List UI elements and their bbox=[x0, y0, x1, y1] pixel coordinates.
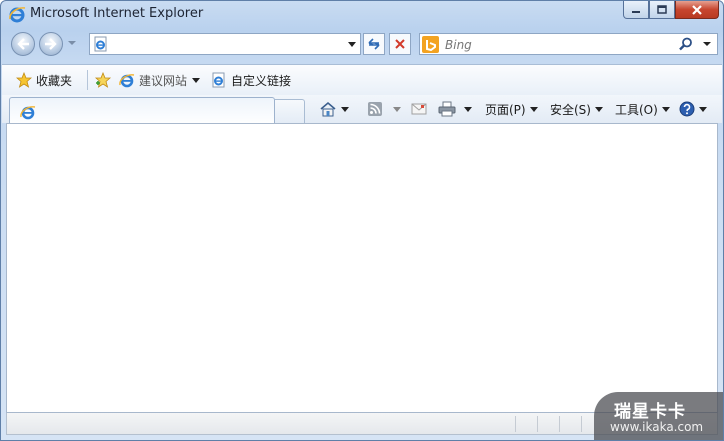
safety-menu[interactable]: 安全(S) bbox=[550, 99, 603, 119]
home-icon bbox=[320, 101, 336, 117]
back-button[interactable] bbox=[11, 32, 35, 56]
forward-button[interactable] bbox=[39, 32, 63, 56]
ie-logo-icon bbox=[119, 74, 135, 88]
add-to-favorites-bar-button[interactable] bbox=[94, 71, 116, 89]
star-icon bbox=[16, 72, 32, 88]
search-input[interactable] bbox=[445, 37, 675, 53]
page-icon bbox=[94, 36, 107, 52]
maximize-button[interactable] bbox=[649, 1, 675, 19]
suggested-sites-label: 建议网站 bbox=[139, 73, 188, 88]
help-dropdown-icon[interactable] bbox=[699, 106, 707, 112]
bing-logo-icon bbox=[422, 36, 439, 53]
custom-links-label: 自定义链接 bbox=[231, 73, 292, 88]
search-icon[interactable] bbox=[679, 37, 693, 51]
favorites-separator bbox=[87, 70, 88, 90]
help-button[interactable] bbox=[679, 99, 707, 119]
help-icon bbox=[679, 101, 695, 117]
forward-arrow-icon bbox=[45, 38, 57, 50]
favorites-bar: 收藏夹 建议网站 自定义链接 bbox=[2, 64, 722, 95]
suggested-sites-button[interactable]: 建议网站 bbox=[119, 71, 201, 89]
web-page-icon bbox=[212, 72, 225, 88]
print-button[interactable] bbox=[438, 99, 472, 119]
chevron-down-icon bbox=[594, 106, 603, 112]
page-menu[interactable]: 页面(P) bbox=[485, 99, 538, 119]
new-tab-button[interactable] bbox=[275, 99, 305, 123]
rss-icon bbox=[368, 102, 382, 116]
bing-b-icon bbox=[426, 39, 436, 51]
chevron-down-icon bbox=[661, 106, 670, 112]
stop-icon bbox=[395, 39, 405, 49]
status-divider bbox=[537, 416, 538, 432]
browser-window: Microsoft Internet Explorer Bing 收藏夹 建议网… bbox=[0, 0, 724, 441]
page-content-area[interactable] bbox=[6, 123, 718, 413]
minimize-icon bbox=[632, 10, 640, 13]
tools-menu-label: 工具(O) bbox=[615, 102, 658, 117]
home-dropdown-icon[interactable] bbox=[341, 106, 349, 112]
watermark-url: www.ikaka.com bbox=[610, 420, 704, 434]
safety-menu-label: 安全(S) bbox=[550, 102, 591, 117]
address-bar bbox=[89, 33, 361, 55]
address-dropdown-icon[interactable] bbox=[348, 42, 356, 47]
ie-logo-icon bbox=[20, 106, 36, 120]
refresh-button[interactable] bbox=[363, 33, 385, 55]
ie-logo-icon bbox=[9, 7, 26, 23]
printer-icon bbox=[438, 101, 456, 117]
feeds-dropdown-icon[interactable] bbox=[393, 106, 401, 112]
status-divider bbox=[581, 416, 582, 432]
watermark: 瑞星卡卡 www.ikaka.com bbox=[594, 392, 723, 440]
custom-links-button[interactable]: 自定义链接 bbox=[211, 71, 291, 89]
refresh-icon bbox=[368, 38, 380, 50]
window-controls bbox=[623, 1, 719, 21]
mail-icon bbox=[411, 103, 427, 115]
close-icon bbox=[692, 4, 702, 15]
page-menu-label: 页面(P) bbox=[485, 102, 526, 117]
tab-current[interactable] bbox=[9, 97, 275, 125]
tab-row: 页面(P) 安全(S) 工具(O) bbox=[2, 95, 722, 125]
add-favorite-icon bbox=[94, 72, 112, 88]
navigation-bar bbox=[1, 29, 723, 63]
tools-menu[interactable]: 工具(O) bbox=[615, 99, 670, 119]
maximize-icon bbox=[657, 5, 667, 14]
search-options-dropdown[interactable] bbox=[703, 42, 711, 46]
minimize-button[interactable] bbox=[623, 1, 649, 19]
read-mail-button[interactable] bbox=[411, 99, 427, 119]
print-dropdown-icon[interactable] bbox=[464, 106, 472, 112]
title-bar: Microsoft Internet Explorer bbox=[1, 1, 723, 27]
chevron-down-icon bbox=[529, 106, 538, 112]
back-arrow-icon bbox=[17, 38, 29, 50]
window-title: Microsoft Internet Explorer bbox=[30, 6, 204, 21]
stop-button[interactable] bbox=[389, 33, 411, 55]
status-divider bbox=[515, 416, 516, 432]
search-box bbox=[419, 33, 718, 55]
favorites-label: 收藏夹 bbox=[36, 73, 73, 88]
watermark-title: 瑞星卡卡 bbox=[614, 402, 686, 422]
recent-pages-dropdown[interactable] bbox=[68, 41, 76, 45]
feeds-button[interactable] bbox=[367, 99, 401, 119]
chevron-down-icon bbox=[192, 77, 201, 83]
close-button[interactable] bbox=[675, 1, 719, 19]
status-divider bbox=[559, 416, 560, 432]
address-input[interactable] bbox=[112, 36, 342, 52]
home-button[interactable] bbox=[319, 99, 349, 119]
favorites-button[interactable]: 收藏夹 bbox=[16, 71, 72, 89]
